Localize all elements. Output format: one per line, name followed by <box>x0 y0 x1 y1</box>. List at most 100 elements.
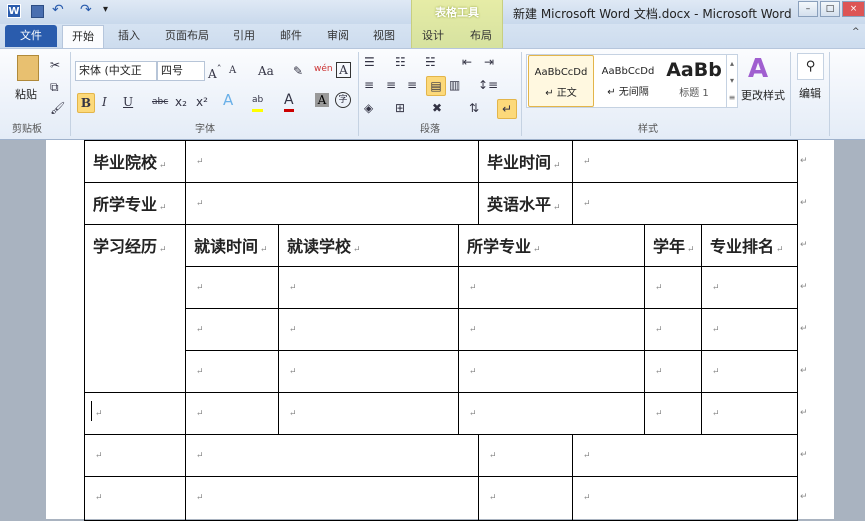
grow-font-icon[interactable]: Aˆ <box>208 62 222 83</box>
change-case-button[interactable]: Aa <box>258 62 274 80</box>
education-cell[interactable]: ↵ <box>278 266 459 309</box>
line-spacing-icon[interactable]: ↕≡ <box>478 76 498 94</box>
bullets-icon[interactable]: ☰ <box>364 53 375 71</box>
highlight-button[interactable]: ab <box>252 91 264 112</box>
minimize-button[interactable]: – <box>798 1 818 17</box>
show-marks-icon[interactable]: ↵ <box>497 99 517 119</box>
redo-icon[interactable]: ↷ <box>80 2 92 18</box>
education-cell[interactable]: ↵ <box>458 350 645 393</box>
shading-icon[interactable]: ◈ <box>364 99 373 117</box>
paste-icon[interactable] <box>17 55 39 81</box>
input-cell[interactable]: ↵ <box>572 182 798 225</box>
header-cell[interactable]: 专业排名 ↵ <box>701 224 798 267</box>
justify-icon[interactable]: ▤ <box>426 76 446 96</box>
input-cell[interactable]: ↵ <box>572 476 798 521</box>
education-cell[interactable]: ↵ <box>185 308 279 351</box>
decrease-indent-icon[interactable]: ⇤ <box>462 53 472 71</box>
education-cell[interactable]: ↵ <box>278 350 459 393</box>
paste-button[interactable]: 粘贴 <box>15 86 37 102</box>
collapse-ribbon-icon[interactable]: ^ <box>852 27 860 37</box>
cut-icon[interactable]: ✂ <box>50 56 60 74</box>
input-cell[interactable]: ↵ <box>84 476 186 521</box>
education-cell[interactable]: ↵ <box>644 308 702 351</box>
underline-button[interactable]: U <box>123 93 133 111</box>
input-cell[interactable]: ↵ <box>185 140 479 183</box>
enclose-characters-button[interactable]: 字 <box>335 92 351 108</box>
customize-toolbar-icon[interactable]: ▾ <box>103 4 108 15</box>
input-cell[interactable]: ↵ <box>185 434 479 477</box>
tab-file[interactable]: 文件 <box>5 25 57 47</box>
education-cell[interactable]: ↵ <box>644 266 702 309</box>
input-cell[interactable]: ↵ <box>478 434 573 477</box>
education-cell[interactable]: ↵ <box>185 350 279 393</box>
tab-home[interactable]: 开始 <box>62 25 104 49</box>
education-cell[interactable]: ↵ <box>701 266 798 309</box>
input-cell[interactable]: ↵ <box>84 434 186 477</box>
undo-icon[interactable]: ↶ <box>52 2 64 18</box>
increase-indent-icon[interactable]: ⇥ <box>484 53 494 71</box>
education-cell[interactable]: ↵ <box>644 350 702 393</box>
education-cell[interactable]: ↵ <box>458 308 645 351</box>
input-cell[interactable]: ↵ <box>478 476 573 521</box>
header-cell[interactable]: 学年 ↵ <box>644 224 702 267</box>
format-painter-icon[interactable]: 🖌 <box>50 99 65 117</box>
editing-button[interactable]: 编辑 <box>799 85 821 101</box>
chinese-layout-icon[interactable]: ✖ <box>432 99 442 117</box>
input-cell[interactable]: ↵ <box>185 182 479 225</box>
italic-button[interactable]: I <box>102 93 107 111</box>
close-button[interactable]: × <box>842 1 865 17</box>
subscript-button[interactable]: x₂ <box>175 93 187 111</box>
superscript-button[interactable]: x² <box>196 93 208 111</box>
tab-layout[interactable]: 布局 <box>470 27 492 43</box>
education-cell[interactable]: ↵ <box>701 308 798 351</box>
label-cell[interactable]: 毕业院校 ↵ <box>84 140 186 183</box>
maximize-button[interactable]: □ <box>820 1 840 17</box>
education-cell[interactable]: ↵ <box>458 266 645 309</box>
text-effects-button[interactable]: A <box>223 91 233 109</box>
character-border-button[interactable]: A <box>336 62 351 78</box>
education-cell[interactable]: ↵ <box>701 350 798 393</box>
style-no-spacing[interactable]: AaBbCcDd ↵ 无间隔 <box>595 55 661 107</box>
word-icon[interactable]: W <box>7 4 21 18</box>
header-cell[interactable]: 所学专业 ↵ <box>458 224 645 267</box>
education-cell[interactable]: ↵ <box>458 392 645 435</box>
strikethrough-button[interactable]: abc <box>152 93 168 111</box>
font-name-select[interactable]: 宋体 (中文正 <box>75 61 157 81</box>
tab-mailings[interactable]: 邮件 <box>280 27 302 43</box>
style-heading-1[interactable]: AaBb 标题 1 <box>661 55 727 107</box>
copy-icon[interactable]: ⧉ <box>50 78 59 96</box>
align-left-icon[interactable]: ≡ <box>364 76 374 94</box>
font-color-button[interactable]: A <box>284 91 294 112</box>
find-icon[interactable]: ⚲ <box>797 53 824 80</box>
education-label-cell[interactable]: 学习经历 ↵ <box>84 224 186 393</box>
bold-button[interactable]: B <box>77 93 95 113</box>
tab-review[interactable]: 审阅 <box>327 27 349 43</box>
borders-icon[interactable]: ⊞ <box>395 99 405 117</box>
align-right-icon[interactable]: ≡ <box>407 76 417 94</box>
header-cell[interactable]: 就读时间 ↵ <box>185 224 279 267</box>
tab-insert[interactable]: 插入 <box>118 27 140 43</box>
align-center-icon[interactable]: ≡ <box>386 76 396 94</box>
change-styles-button[interactable]: 更改样式 <box>741 87 785 103</box>
change-styles-icon[interactable]: A <box>748 54 768 84</box>
styles-scroll[interactable]: ▴ ▾ ≡ <box>726 55 737 107</box>
save-icon[interactable] <box>31 5 44 18</box>
tab-page-layout[interactable]: 页面布局 <box>165 27 209 43</box>
tab-references[interactable]: 引用 <box>233 27 255 43</box>
education-cell[interactable]: ↵ <box>701 392 798 435</box>
education-cell[interactable]: ↵ <box>84 392 186 435</box>
character-shading-button[interactable]: A <box>315 93 329 107</box>
education-cell[interactable]: ↵ <box>644 392 702 435</box>
numbering-icon[interactable]: ☷ <box>395 53 406 71</box>
distributed-icon[interactable]: ▥ <box>449 76 460 94</box>
education-cell[interactable]: ↵ <box>278 392 459 435</box>
education-cell[interactable]: ↵ <box>185 392 279 435</box>
input-cell[interactable]: ↵ <box>572 434 798 477</box>
input-cell[interactable]: ↵ <box>185 476 479 521</box>
tab-view[interactable]: 视图 <box>373 27 395 43</box>
phonetic-guide-button[interactable]: wén <box>314 60 333 78</box>
font-size-select[interactable]: 四号 <box>157 61 205 81</box>
input-cell[interactable]: ↵ <box>572 140 798 183</box>
multilevel-list-icon[interactable]: ☵ <box>425 53 436 71</box>
label-cell[interactable]: 所学专业 ↵ <box>84 182 186 225</box>
